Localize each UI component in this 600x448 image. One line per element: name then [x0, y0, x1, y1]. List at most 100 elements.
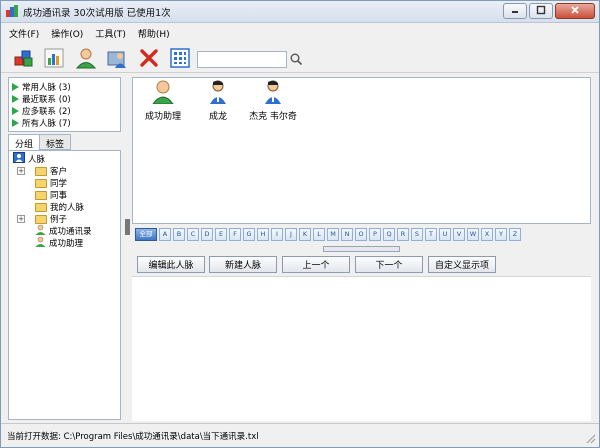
tree-item-colleagues[interactable]: 同事 — [9, 189, 120, 201]
tab-groups[interactable]: 分组 — [8, 134, 41, 151]
panel-splitter[interactable] — [123, 77, 131, 421]
alpha-letter-button[interactable]: F — [229, 227, 241, 241]
menu-operate[interactable]: 操作(O) — [51, 27, 83, 40]
window-title: 成功通讯录 30次试用版 已使用1次 — [23, 8, 171, 19]
person-icon — [75, 47, 97, 72]
alpha-letter-button[interactable]: E — [215, 227, 227, 241]
expand-plus-icon[interactable]: + — [17, 167, 25, 175]
alpha-letter-button[interactable]: Y — [495, 227, 507, 241]
add-contacts-icon — [13, 47, 35, 72]
minimize-button[interactable] — [503, 3, 527, 19]
tree-root[interactable]: 人脉 — [9, 152, 120, 165]
delete-button[interactable] — [136, 46, 162, 72]
edit-contact-button[interactable]: 编辑此人脉 — [137, 256, 205, 273]
alpha-letter-button[interactable]: M — [327, 227, 339, 241]
contact-name: 杰克 韦尔奇 — [249, 112, 297, 122]
tree-root-label: 人脉 — [28, 155, 46, 165]
tab-tags[interactable]: 标签 — [39, 134, 72, 150]
alpha-letter-button[interactable]: P — [369, 227, 381, 241]
delete-icon — [138, 47, 160, 72]
alpha-letter-button[interactable]: U — [439, 227, 451, 241]
alpha-letter-button[interactable]: Z — [509, 227, 521, 241]
tree-item-success-contacts[interactable]: 成功通讯录 — [9, 224, 120, 237]
tree-item-classmates[interactable]: 同学 — [9, 177, 120, 189]
custom-display-button[interactable]: 自定义显示项 — [428, 256, 496, 273]
search-input[interactable] — [197, 51, 287, 68]
category-label: 所有人脉 (7) — [22, 119, 71, 129]
view-grid-button[interactable] — [167, 46, 193, 72]
tree-item-my-contacts[interactable]: 我的人脉 — [9, 201, 120, 213]
menu-help[interactable]: 帮助(H) — [138, 27, 170, 40]
tree-item-label: 同事 — [50, 191, 68, 201]
maximize-button[interactable] — [529, 3, 553, 19]
title-bar[interactable]: 成功通讯录 30次试用版 已使用1次 — [1, 1, 599, 23]
contact-name: 成功助理 — [144, 112, 181, 122]
assistant-avatar-icon — [152, 80, 174, 107]
alpha-letter-button[interactable]: B — [173, 227, 185, 241]
alpha-letter-button[interactable]: H — [257, 227, 269, 241]
category-recent[interactable]: 最近联系 (0) — [12, 93, 120, 105]
tree-item-label: 客户 — [50, 167, 68, 177]
alpha-letter-button[interactable]: W — [467, 227, 479, 241]
alpha-letter-button[interactable]: A — [159, 227, 171, 241]
alpha-letter-button[interactable]: N — [341, 227, 353, 241]
tree-item-examples[interactable]: + 例子 — [9, 213, 120, 225]
folder-icon — [35, 202, 47, 212]
alpha-letter-button[interactable]: O — [355, 227, 367, 241]
alpha-letter-button[interactable]: S — [411, 227, 423, 241]
alpha-letter-button[interactable]: R — [397, 227, 409, 241]
contact-card[interactable]: 成龙 — [203, 80, 233, 122]
contact-name: 成龙 — [208, 112, 227, 122]
collapse-arrow-icon[interactable] — [125, 219, 130, 235]
alpha-letter-button[interactable]: C — [187, 227, 199, 241]
tree-item-label: 同学 — [50, 179, 68, 189]
import-button[interactable] — [104, 46, 130, 72]
alpha-letter-button[interactable]: X — [481, 227, 493, 241]
tree-item-label: 我的人脉 — [50, 203, 85, 213]
person-avatar-icon — [210, 80, 226, 107]
contact-card[interactable]: 杰克 韦尔奇 — [247, 80, 299, 122]
group-tree: 人脉 + 客户 同学 同事 我的人脉 + 例子 成功通讯录 成功助理 — [8, 150, 121, 420]
category-contact-more[interactable]: 应多联系 (2) — [12, 105, 120, 117]
app-logo-icon — [5, 4, 19, 18]
menu-tools[interactable]: 工具(T) — [95, 27, 126, 40]
alpha-letter-button[interactable]: V — [453, 227, 465, 241]
alpha-letter-button[interactable]: G — [243, 227, 255, 241]
next-button[interactable]: 下一个 — [355, 256, 423, 273]
new-contact-button[interactable]: 新建人脉 — [209, 256, 277, 273]
alpha-letter-button[interactable]: T — [425, 227, 437, 241]
app-window: 成功通讯录 30次试用版 已使用1次 文件(F) 操作(O) 工具(T) 帮助(… — [0, 0, 600, 448]
category-frequent[interactable]: 常用人脉 (3) — [12, 81, 120, 93]
tree-item-label: 例子 — [50, 215, 68, 225]
tree-item-label: 成功通讯录 — [49, 227, 92, 237]
tree-item-clients[interactable]: + 客户 — [9, 165, 120, 177]
resize-handle[interactable] — [323, 246, 400, 252]
alpha-letter-button[interactable]: I — [271, 227, 283, 241]
expand-plus-icon[interactable]: + — [17, 215, 25, 223]
alpha-letter-button[interactable]: D — [201, 227, 213, 241]
previous-button[interactable]: 上一个 — [282, 256, 350, 273]
alpha-letter-button[interactable]: K — [299, 227, 311, 241]
quick-categories: 常用人脉 (3) 最近联系 (0) 应多联系 (2) 所有人脉 (7) — [8, 77, 121, 132]
alpha-letter-button[interactable]: L — [313, 227, 325, 241]
resize-grip-icon[interactable] — [586, 434, 596, 444]
toolbar — [1, 43, 599, 73]
contact-card[interactable]: 成功助理 — [141, 80, 185, 122]
alpha-letter-button[interactable]: J — [285, 227, 297, 241]
play-arrow-icon — [12, 119, 19, 127]
menu-file[interactable]: 文件(F) — [9, 27, 39, 40]
alpha-all-button[interactable]: 全部 — [135, 227, 157, 241]
category-label: 应多联系 (2) — [22, 107, 71, 117]
category-all[interactable]: 所有人脉 (7) — [12, 117, 120, 129]
close-button[interactable] — [555, 3, 595, 19]
tree-item-success-assistant[interactable]: 成功助理 — [9, 236, 120, 249]
contacts-view: 成功助理 成龙 杰克 韦尔奇 — [132, 77, 591, 224]
alpha-letter-button[interactable]: Q — [383, 227, 395, 241]
statistics-button[interactable] — [41, 46, 67, 72]
search-icon[interactable] — [289, 52, 303, 66]
contact-button[interactable] — [73, 46, 99, 72]
play-arrow-icon — [12, 107, 19, 115]
add-contacts-button[interactable] — [11, 46, 37, 72]
person-avatar-icon — [265, 80, 281, 107]
folder-icon — [35, 178, 47, 188]
